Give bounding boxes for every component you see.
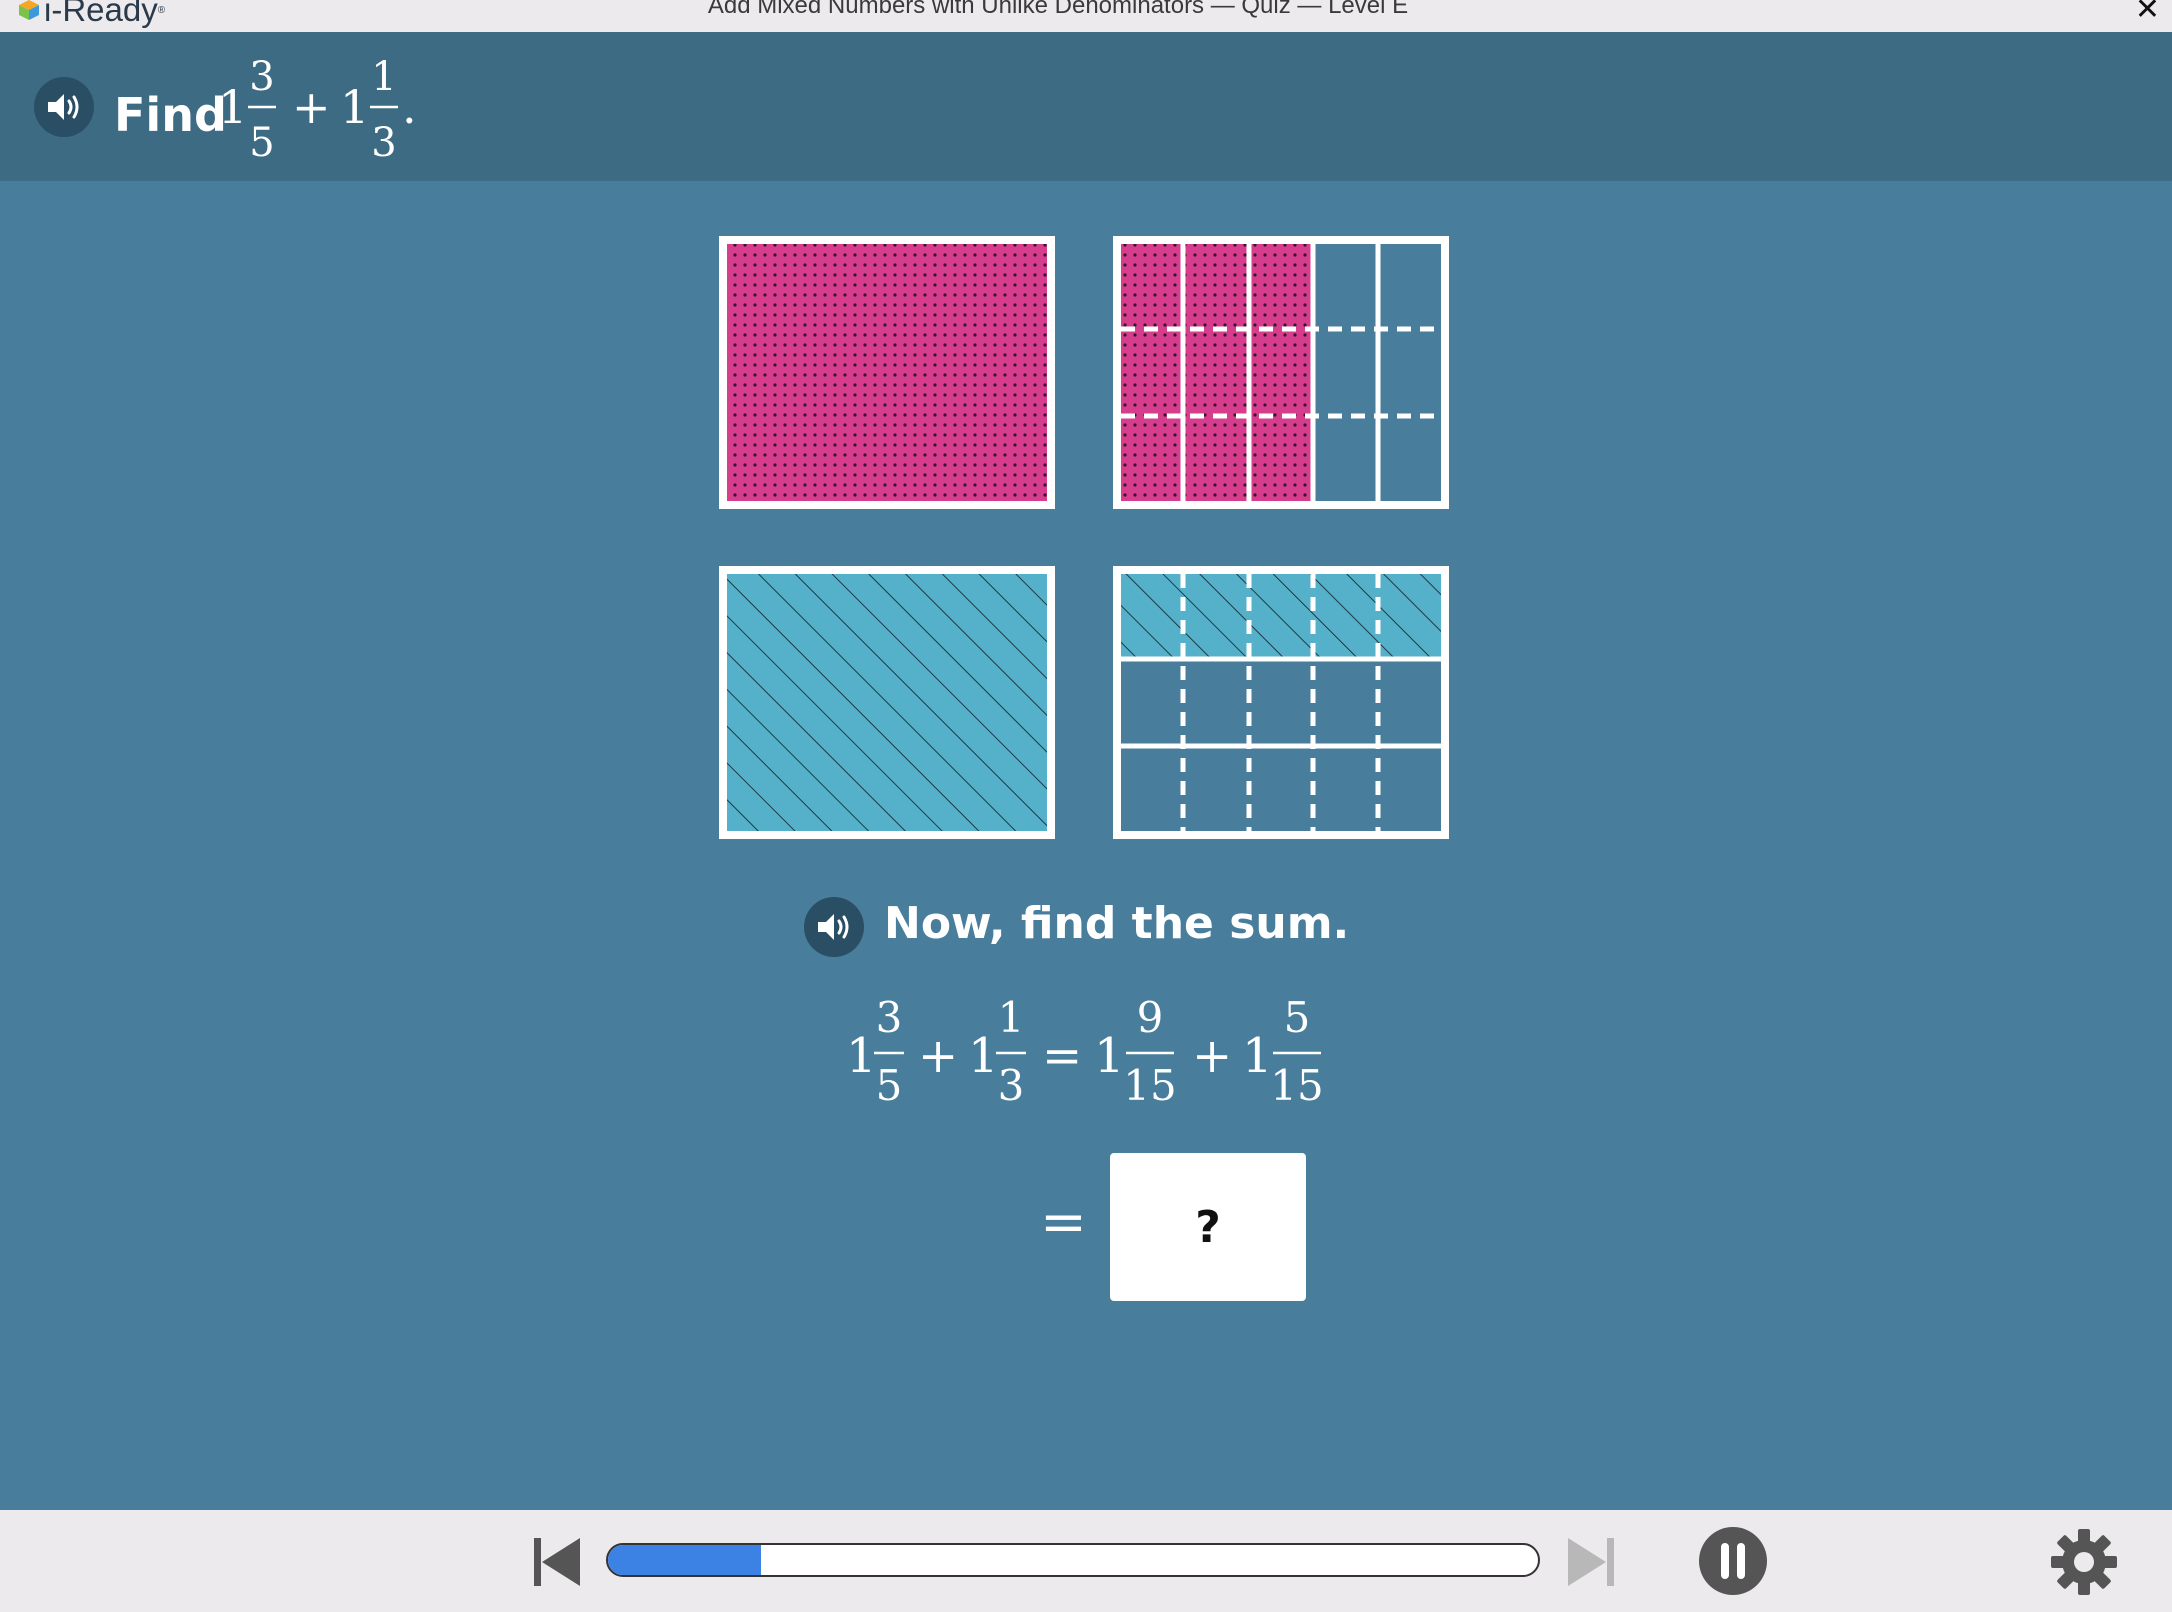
answer-equals: =	[1040, 1190, 1087, 1255]
speaker-icon	[818, 914, 849, 940]
q-a-denominator: 5	[249, 120, 274, 166]
progress-bar[interactable]	[606, 1543, 1540, 1577]
sum-prompt: Now, find the sum.	[884, 898, 1350, 949]
skip-forward-icon[interactable]	[1566, 1536, 1616, 1588]
progress-fill	[608, 1545, 762, 1575]
q-end: .	[402, 80, 417, 134]
eq-rhs-a-den: 15	[1123, 1061, 1176, 1110]
eq-lhs-b-num: 1	[998, 993, 1025, 1042]
q-op: +	[292, 80, 331, 134]
q-a-whole: 1	[218, 80, 247, 134]
gear-icon[interactable]	[2050, 1528, 2118, 1596]
pause-icon[interactable]	[1698, 1526, 1768, 1596]
q-b-denominator: 3	[371, 120, 396, 166]
eq-lhs-a-num: 3	[876, 993, 903, 1042]
eq-lhs-op: +	[918, 1028, 958, 1084]
eq-lhs-a-whole: 1	[846, 1028, 877, 1084]
model-whole-pink	[719, 236, 1055, 509]
answer-input[interactable]: ?	[1110, 1153, 1306, 1301]
skip-back-icon[interactable]	[532, 1536, 582, 1588]
eq-lhs-b-whole: 1	[968, 1028, 999, 1084]
eq-lhs-a-den: 5	[876, 1061, 903, 1110]
model-whole-blue	[719, 566, 1055, 839]
q-b-whole: 1	[340, 80, 369, 134]
eq-equals: =	[1042, 1028, 1082, 1084]
question-expression: 1 3 5 + 1 1 3 .	[218, 54, 417, 166]
eq-rhs-b-whole: 1	[1242, 1028, 1273, 1084]
eq-rhs-b-num: 5	[1284, 993, 1311, 1042]
model-one-third	[1113, 566, 1449, 839]
q-a-numerator: 3	[249, 54, 274, 100]
eq-rhs-a-whole: 1	[1094, 1028, 1125, 1084]
eq-rhs-b-den: 15	[1270, 1061, 1323, 1110]
q-b-numerator: 1	[371, 54, 396, 100]
eq-rhs-op: +	[1192, 1028, 1232, 1084]
read-aloud-button-2[interactable]	[804, 897, 864, 957]
equation: 1 3 5 + 1 1 3 = 1 9 15 + 1 5 15	[846, 993, 1324, 1110]
eq-rhs-a-num: 9	[1137, 993, 1164, 1042]
eq-lhs-b-den: 3	[998, 1061, 1025, 1110]
lesson-canvas: 1 3 5 + 1 1 3 . 1 3 5 + 1 1 3 = 1 9 15 +…	[218, 54, 1449, 1110]
model-three-fifths	[1113, 236, 1449, 509]
